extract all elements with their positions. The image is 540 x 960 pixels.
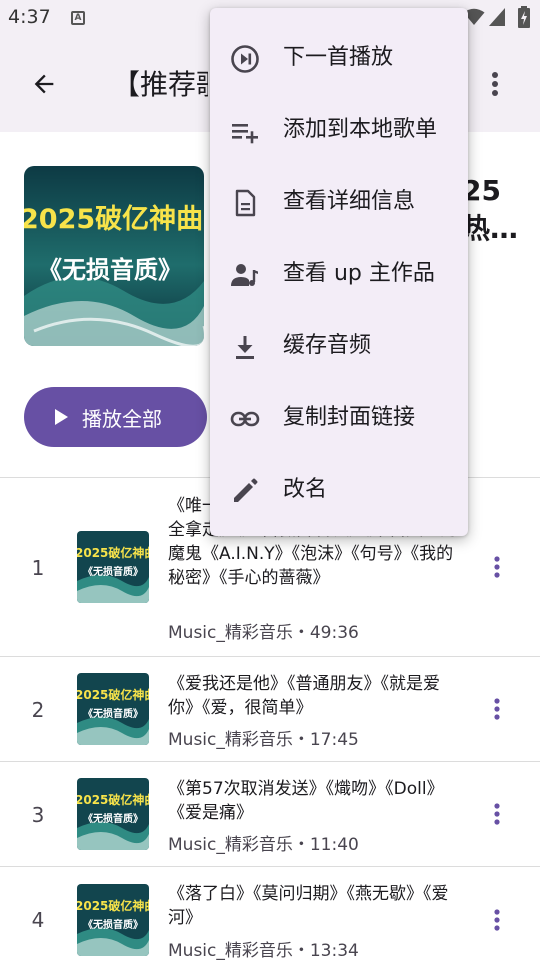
battery-icon — [518, 6, 530, 28]
arrow-back-icon — [34, 74, 54, 94]
play-next-icon — [230, 44, 260, 74]
thumb-line-1: 2025破亿神曲 — [77, 687, 149, 702]
menu-item-uploader-works[interactable]: 查看 up 主作品 — [210, 238, 468, 310]
overflow-menu-button[interactable] — [480, 64, 510, 104]
more-vert-icon — [494, 698, 500, 720]
menu-item-rename[interactable]: 改名 — [210, 454, 468, 526]
menu-item-label: 缓存音频 — [283, 333, 372, 358]
menu-item-label: 改名 — [283, 477, 328, 502]
playlist-cover: 2025破亿神曲 《无损音质》 — [24, 166, 204, 346]
thumb-line-1: 2025破亿神曲 — [77, 898, 149, 913]
download-icon — [230, 332, 260, 362]
back-button[interactable] — [20, 64, 68, 104]
play-icon — [55, 409, 68, 425]
track-subtitle: Music_精彩音乐・13:34 — [168, 941, 359, 960]
page-title: 【推荐歌单】2025破亿神曲 — [112, 68, 208, 101]
track-number: 2 — [31, 698, 45, 722]
track-number: 1 — [31, 556, 45, 580]
track-thumbnail: 2025破亿神曲《无损音质》 — [77, 778, 149, 850]
track-title: 《落了白》《莫问归期》《燕无歇》《爱河》 — [168, 884, 449, 928]
playlist-add-icon — [230, 116, 260, 146]
link-icon — [230, 404, 260, 434]
person-music-icon — [230, 260, 260, 290]
track-thumbnail: 2025破亿神曲《无损音质》 — [77, 531, 149, 603]
play-all-label: 播放全部 — [82, 406, 162, 431]
track-more-button[interactable] — [485, 552, 509, 582]
list-item[interactable]: 3 2025破亿神曲《无损音质》 《第57次取消发送》《熾吻》《Doll》《爱是… — [0, 762, 540, 866]
popup-menu: 下一首播放 添加到本地歌单 查看详细信息 查看 up 主作品 缓存音频 复制封面… — [210, 8, 468, 536]
playlist-title: 25热… — [462, 174, 519, 245]
track-more-button[interactable] — [485, 905, 509, 935]
menu-item-label: 查看详细信息 — [283, 189, 416, 214]
thumb-line-2: 《无损音质》 — [83, 565, 143, 578]
menu-item-label: 添加到本地歌单 — [283, 117, 438, 142]
cover-line-2: 《无损音质》 — [38, 256, 182, 284]
track-title: 《爱我还是他》《普通朋友》《就是爱你》《爱，很简单》 — [168, 674, 440, 718]
thumb-line-1: 2025破亿神曲 — [77, 792, 149, 807]
edit-icon — [230, 476, 260, 506]
menu-item-details[interactable]: 查看详细信息 — [210, 166, 468, 238]
play-all-button[interactable]: 播放全部 — [24, 387, 207, 447]
list-item[interactable]: 2 2025破亿神曲《无损音质》 《爱我还是他》《普通朋友》《就是爱你》《爱，很… — [0, 657, 540, 761]
track-title: 《第57次取消发送》《熾吻》《Doll》《爱是痛》 — [168, 779, 444, 823]
menu-item-add-to-playlist[interactable]: 添加到本地歌单 — [210, 94, 468, 166]
status-time: 4:37 — [8, 6, 51, 28]
track-number: 3 — [31, 803, 45, 827]
menu-item-label: 下一首播放 — [283, 45, 394, 70]
thumb-line-2: 《无损音质》 — [83, 707, 143, 720]
menu-item-play-next[interactable]: 下一首播放 — [210, 22, 468, 94]
cover-line-1: 2025破亿神曲 — [24, 204, 203, 235]
track-subtitle: Music_精彩音乐・49:36 — [168, 623, 359, 643]
track-thumbnail: 2025破亿神曲《无损音质》 — [77, 673, 149, 745]
list-item[interactable]: 4 2025破亿神曲《无损音质》 《落了白》《莫问归期》《燕无歇》《爱河》 Mu… — [0, 867, 540, 960]
track-subtitle: Music_精彩音乐・11:40 — [168, 835, 359, 855]
more-vert-icon — [494, 556, 500, 578]
menu-item-label: 查看 up 主作品 — [283, 261, 435, 286]
menu-item-download[interactable]: 缓存音频 — [210, 310, 468, 382]
notification-icon: A — [71, 11, 85, 25]
menu-item-copy-cover-link[interactable]: 复制封面链接 — [210, 382, 468, 454]
track-more-button[interactable] — [485, 799, 509, 829]
menu-item-label: 复制封面链接 — [283, 405, 416, 430]
thumb-line-2: 《无损音质》 — [83, 812, 143, 825]
document-icon — [230, 188, 260, 218]
thumb-line-2: 《无损音质》 — [83, 918, 143, 931]
track-number: 4 — [31, 908, 45, 932]
track-subtitle: Music_精彩音乐・17:45 — [168, 730, 359, 750]
more-vert-icon — [494, 909, 500, 931]
more-vert-icon — [494, 803, 500, 825]
signal-icon — [489, 8, 505, 26]
track-thumbnail: 2025破亿神曲《无损音质》 — [77, 884, 149, 956]
thumb-line-1: 2025破亿神曲 — [77, 545, 149, 560]
more-vert-icon — [492, 72, 498, 96]
track-more-button[interactable] — [485, 694, 509, 724]
